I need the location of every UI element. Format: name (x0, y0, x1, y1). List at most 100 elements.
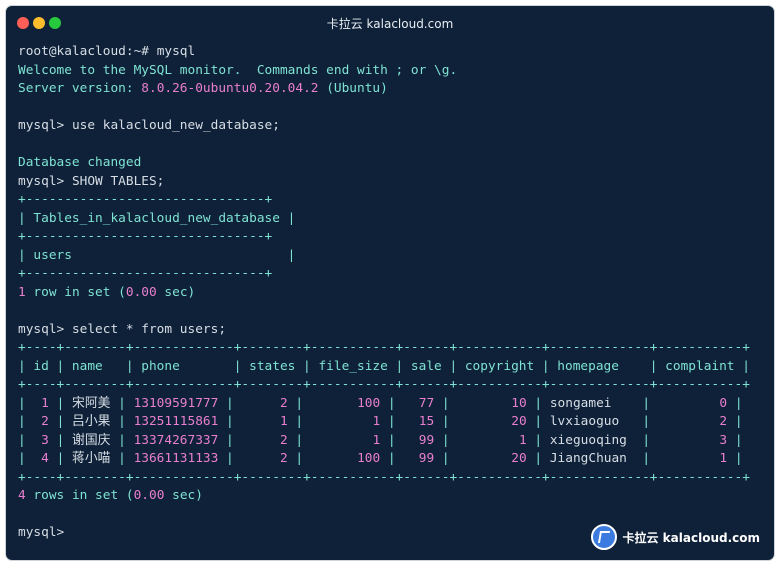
table-cell-name: 吕小果 (64, 414, 118, 429)
cell-value: 100 (357, 451, 381, 466)
cell-value: 1 (279, 414, 288, 429)
command-text: mysql (156, 44, 196, 59)
cell-value: xieguoqing (549, 432, 627, 448)
table-cell-name: 谢国庆 (64, 433, 118, 448)
cell-value: 1 (372, 414, 381, 429)
terminal-line: mysql> use kalacloud_new_database; (18, 117, 750, 136)
cell-value: 1 (41, 395, 49, 411)
cell-value: JiangChuan (549, 451, 627, 466)
table-cell-id: 2 (26, 414, 57, 429)
cell-value: 13661131133 (133, 451, 219, 466)
table-cell-copyright: 10 (450, 396, 535, 411)
table-cell-complaint: 0 (650, 396, 735, 411)
table-cell-file-size: 100 (303, 451, 388, 466)
table-cell-states: 2 (234, 396, 296, 411)
table-cell-phone: 13661131133 (126, 451, 226, 466)
result-time: 0.00 (125, 284, 157, 300)
server-version-label: Server version: (18, 81, 142, 96)
terminal-line: mysql> select * from users; (18, 321, 750, 340)
table-cell-sale: 99 (396, 451, 442, 466)
window-title: 卡拉云 kalacloud.com (326, 17, 454, 31)
cell-value: 13109591777 (133, 395, 219, 411)
table-cell-complaint: 3 (650, 433, 735, 448)
table-cell-complaint: 1 (650, 451, 735, 466)
table-cell-file-size: 1 (303, 414, 388, 429)
terminal-window: 卡拉云 kalacloud.com root@kalacloud:~# mysq… (6, 6, 774, 560)
table-cell-states: 1 (234, 414, 296, 429)
table-cell-phone: 13251115861 (126, 414, 226, 429)
table-cell-name: 蒋小喵 (64, 451, 118, 466)
watermark: 卡拉云 kalacloud.com (590, 524, 761, 550)
table-border: +-------------------------------+ (18, 266, 273, 281)
table-border: +----+--------+-------------+--------+--… (18, 340, 750, 355)
cell-value: 15 (418, 414, 435, 429)
table-row: | users | (18, 247, 296, 263)
table-row: | 1 | 宋阿美 | 13109591777 | 2 | 100 | 77 |… (18, 395, 743, 411)
table-cell-states: 2 (234, 451, 296, 466)
table-cell-homepage: xieguoqing (542, 433, 642, 448)
table-cell-id: 1 (26, 396, 57, 411)
result-summary: 4 rows in set (0.00 sec) (18, 487, 750, 506)
table-cell-id: 4 (26, 451, 57, 466)
cell-value: 2 (41, 414, 49, 429)
terminal-output[interactable]: root@kalacloud:~# mysql Welcome to the M… (18, 43, 750, 543)
table-cell-name: 宋阿美 (64, 396, 118, 411)
root-prompt: root@kalacloud:~# (18, 44, 157, 59)
table-cell-copyright: 20 (450, 414, 535, 429)
cell-value: 20 (511, 451, 527, 466)
table-cell-sale: 99 (396, 433, 442, 448)
cell-value: 13251115861 (133, 414, 219, 429)
cell-value: 99 (418, 451, 435, 466)
kalacloud-logo-icon (590, 524, 617, 550)
table-row: | 2 | 吕小果 | 13251115861 | 1 | 1 | 15 | 2… (18, 414, 743, 429)
result-text: rows in set ( (25, 488, 134, 503)
cell-value: 谢国庆 (72, 432, 111, 448)
cell-value: 2 (279, 451, 288, 466)
mysql-prompt: mysql> (18, 321, 72, 337)
table-cell-states: 2 (234, 433, 296, 448)
cell-value: 77 (418, 395, 435, 411)
command-text: select * from users; (71, 321, 227, 337)
welcome-message: Welcome to the MySQL monitor. Commands e… (18, 62, 458, 78)
table-cell-copyright: 1 (450, 433, 535, 448)
mysql-prompt: mysql> (18, 173, 72, 189)
table-cell-complaint: 2 (650, 414, 735, 429)
mysql-prompt: mysql> (18, 525, 72, 540)
table-cell-homepage: lvxiaoguo (542, 414, 642, 429)
cell-value: 100 (357, 395, 381, 411)
table-border: +-------------------------------+ (18, 192, 273, 207)
table-cell-copyright: 20 (450, 451, 535, 466)
table-cell-sale: 15 (396, 414, 442, 429)
cell-value: 1 (719, 451, 728, 466)
command-text: use kalacloud_new_database; (71, 118, 280, 133)
server-version-line: Server version: 8.0.26-0ubuntu0.20.04.2 … (18, 80, 750, 99)
table-cell-homepage: songamei (542, 396, 642, 411)
table-border: +----+--------+-------------+--------+--… (18, 377, 750, 392)
table-header-row: | id | name | phone | states | file_size… (18, 358, 750, 374)
watermark-text: 卡拉云 kalacloud.com (622, 530, 761, 545)
cell-value: 1 (372, 432, 381, 448)
table-cell-homepage: JiangChuan (542, 451, 642, 466)
table-row: | 4 | 蒋小喵 | 13661131133 | 2 | 100 | 99 |… (18, 451, 743, 466)
table-cell-phone: 13109591777 (126, 396, 226, 411)
cell-value: 3 (719, 432, 728, 448)
table-cell-id: 3 (26, 433, 57, 448)
cell-value: 13374267337 (133, 432, 219, 448)
mysql-prompt: mysql> (18, 118, 72, 133)
cell-value: 3 (41, 432, 49, 448)
table-cell-sale: 77 (396, 396, 442, 411)
cell-value: 1 (518, 432, 527, 448)
cell-value: lvxiaoguo (549, 414, 620, 429)
table-cell-file-size: 100 (303, 396, 388, 411)
cell-value: 吕小果 (72, 414, 111, 429)
result-text-end: sec) (156, 284, 196, 300)
table-row: | 3 | 谢国庆 | 13374267337 | 2 | 1 | 99 | 1… (18, 432, 743, 448)
command-text: SHOW TABLES; (71, 173, 165, 189)
result-summary: 1 row in set (0.00 sec) (18, 284, 750, 303)
cell-value: 宋阿美 (72, 395, 111, 411)
result-text-end: sec) (164, 488, 203, 503)
title-bar: 卡拉云 kalacloud.com (6, 6, 774, 40)
